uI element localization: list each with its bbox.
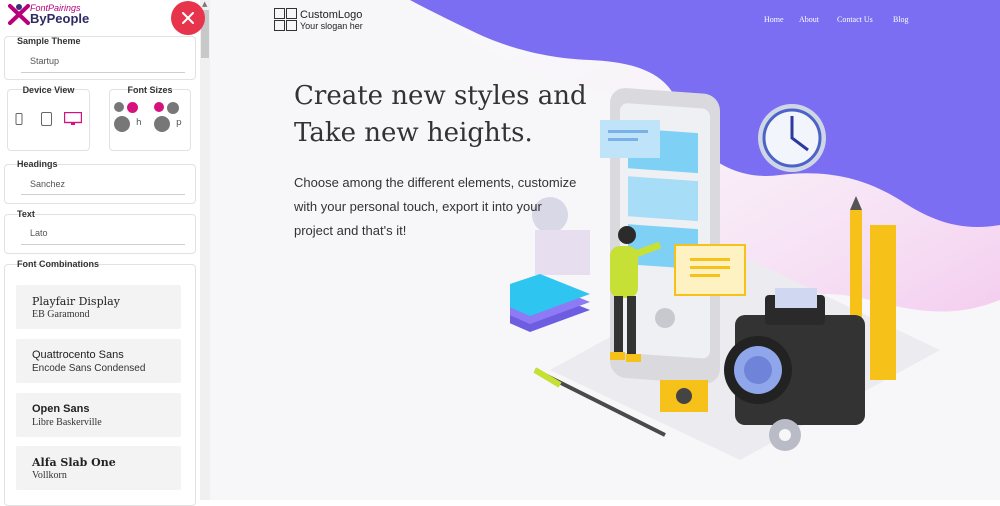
text-label: Text	[17, 209, 35, 219]
logo-square	[274, 8, 285, 19]
dot	[154, 116, 170, 132]
logo-title: CustomLogo	[300, 9, 363, 21]
combo-primary: Quattrocento Sans	[32, 349, 124, 361]
logo-square	[274, 20, 285, 31]
nav-blog[interactable]: Blog	[893, 15, 909, 24]
combo-primary: Open Sans	[32, 403, 90, 415]
nav-home[interactable]: Home	[764, 15, 784, 24]
panel-scrollbar[interactable]: ▲	[200, 0, 210, 500]
headings-label: Headings	[17, 159, 58, 169]
combo-secondary: EB Garamond	[32, 309, 90, 320]
heading-size-letter: h	[136, 118, 142, 128]
device-view-label: Device View	[22, 85, 75, 95]
logo-square	[286, 8, 297, 19]
sample-theme-field[interactable]: Sample Theme Startup	[4, 36, 196, 80]
headings-field[interactable]: Headings Sanchez	[4, 159, 196, 204]
paragraph-size-letter: p	[176, 118, 182, 128]
font-combinations-label: Font Combinations	[17, 259, 99, 269]
phone-icon[interactable]	[15, 113, 23, 125]
sample-theme-underline	[21, 72, 185, 73]
text-underline	[21, 244, 185, 245]
heading-size-dots[interactable]: h	[114, 102, 148, 134]
combo-item-2[interactable]: Quattrocento Sans Encode Sans Condensed	[16, 339, 181, 383]
startup-illustration	[510, 88, 940, 460]
combo-primary: Alfa Slab One	[32, 456, 116, 469]
combo-secondary: Encode Sans Condensed	[32, 363, 146, 374]
text-field[interactable]: Text Lato	[4, 209, 196, 254]
combo-secondary: Vollkorn	[32, 470, 67, 481]
desktop-icon[interactable]	[64, 112, 82, 126]
combo-item-3[interactable]: Open Sans Libre Baskerville	[16, 393, 181, 437]
device-view-box: Device View	[7, 85, 90, 151]
dot	[114, 102, 124, 112]
font-sizes-label: Font Sizes	[127, 85, 173, 95]
combo-item-4[interactable]: Alfa Slab One Vollkorn	[16, 446, 181, 490]
close-icon	[182, 12, 194, 24]
settings-panel: FontPairings ByPeople Sample Theme Start…	[0, 0, 201, 506]
dot	[114, 116, 130, 132]
fontpairings-logo: FontPairings ByPeople	[8, 3, 108, 27]
dot	[127, 102, 138, 113]
theme-preview: CustomLogo Your slogan her Home About Co…	[210, 0, 1000, 500]
scroll-up-icon[interactable]: ▲	[202, 0, 207, 8]
sample-theme-value[interactable]: Startup	[30, 56, 59, 66]
dot	[167, 102, 179, 114]
font-sizes-box: Font Sizes h p	[109, 85, 191, 151]
close-panel-button[interactable]	[171, 1, 205, 35]
combo-primary: Playfair Display	[32, 295, 120, 308]
tablet-icon[interactable]	[41, 112, 52, 126]
hero-description-line3: project and that's it!	[294, 223, 407, 238]
text-value[interactable]: Lato	[30, 228, 48, 238]
combo-secondary: Libre Baskerville	[32, 417, 102, 428]
nav-contact[interactable]: Contact Us	[837, 15, 873, 24]
brand-line2: ByPeople	[30, 11, 90, 26]
brand-x-icon	[8, 4, 30, 25]
hero-headline-line1: Create new styles and	[294, 81, 587, 111]
headings-underline	[21, 194, 185, 195]
nav-about[interactable]: About	[799, 15, 819, 24]
hero-description-line1: Choose among the different elements, cus…	[294, 175, 577, 190]
logo-slogan: Your slogan her	[300, 21, 363, 31]
headings-value[interactable]: Sanchez	[30, 179, 65, 189]
paragraph-size-dots[interactable]: p	[154, 102, 188, 134]
logo-square	[286, 20, 297, 31]
dot	[154, 102, 164, 112]
hero-description-line2: with your personal touch, export it into…	[294, 199, 542, 214]
hero-headline-line2: Take new heights.	[294, 118, 533, 148]
combo-item-1[interactable]: Playfair Display EB Garamond	[16, 285, 181, 329]
sample-theme-label: Sample Theme	[17, 36, 81, 46]
